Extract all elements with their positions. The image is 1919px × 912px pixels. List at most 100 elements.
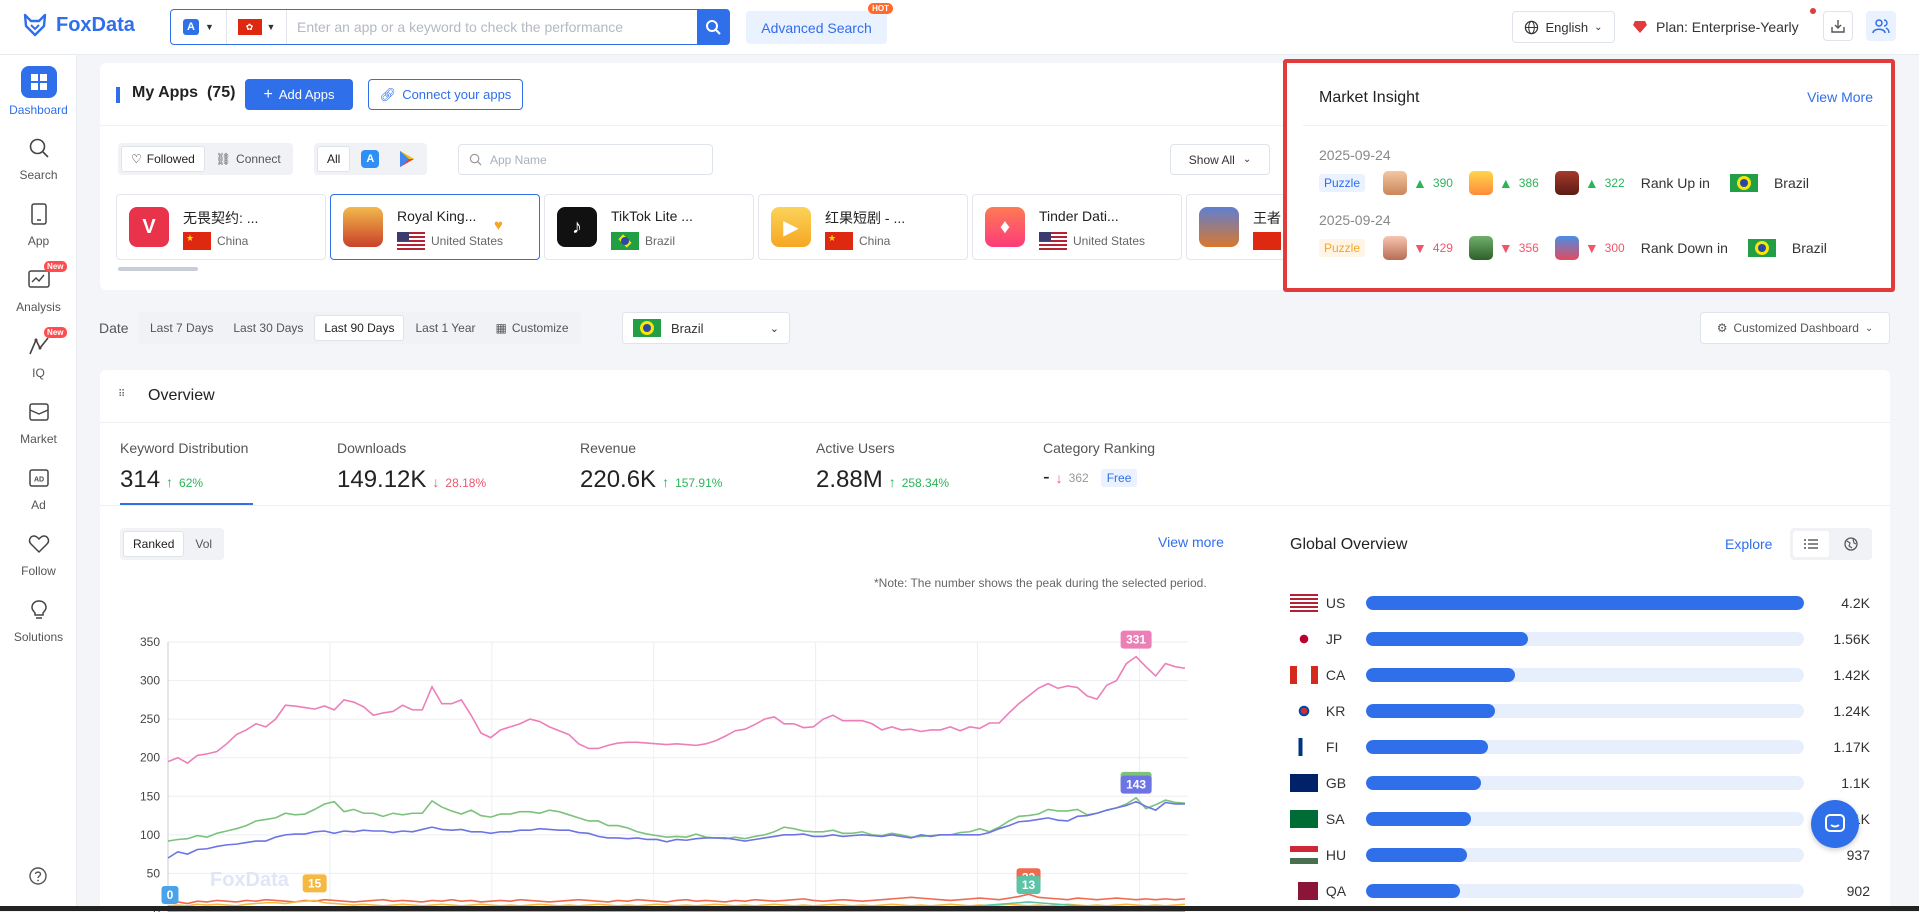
value-bar-fill xyxy=(1365,668,1515,682)
app-card[interactable]: ▶ 红果短剧 - ... ★ China xyxy=(758,194,968,260)
platform-google-play[interactable] xyxy=(390,146,424,172)
country-code: US xyxy=(1325,595,1346,611)
filter-followed[interactable]: ♡ Followed xyxy=(121,146,205,172)
search-input[interactable] xyxy=(287,10,697,44)
sidebar-item-ad[interactable]: AD Ad xyxy=(0,457,77,517)
app-icon: ▶ xyxy=(771,207,811,247)
country-value: 4.2K xyxy=(1841,595,1870,611)
value-bar-track xyxy=(1365,848,1805,862)
value-bar-fill xyxy=(1365,812,1471,826)
date-option-30-days[interactable]: Last 30 Days xyxy=(224,315,312,341)
app-card[interactable]: V 无畏契约: ... ★ China xyxy=(116,194,326,260)
app-icon xyxy=(21,199,57,229)
chart-tab-ranked[interactable]: Ranked xyxy=(123,531,185,557)
metric-downloads[interactable]: Downloads 149.12K ↓ 28.18% xyxy=(337,440,486,494)
date-option-7-days[interactable]: Last 7 Days xyxy=(141,315,222,341)
explore-link[interactable]: Explore xyxy=(1725,536,1772,552)
rank-change-value: 390 xyxy=(1432,176,1453,190)
advanced-search-button[interactable]: Advanced Search HOT xyxy=(746,3,893,44)
platform-app-store[interactable]: A xyxy=(352,146,388,172)
chat-support-button[interactable] xyxy=(1811,800,1859,848)
insight-date: 2025-09-24 xyxy=(1319,147,1391,163)
plan-indicator[interactable]: Plan: Enterprise-Yearly xyxy=(1632,11,1799,43)
view-more-link[interactable]: View more xyxy=(1158,534,1224,550)
sidebar-item-market[interactable]: Market xyxy=(0,391,77,451)
series-line xyxy=(167,800,1185,859)
value-bar-track xyxy=(1365,812,1805,826)
show-all-dropdown[interactable]: Show All ⌄ xyxy=(1170,144,1270,175)
heart-filled-icon[interactable]: ♥ xyxy=(494,217,503,234)
filter-connect[interactable]: ⛓ Connect xyxy=(207,146,290,172)
sidebar-item-iq[interactable]: New IQ xyxy=(0,325,77,385)
connect-apps-button[interactable]: 🔗︎ Connect your apps xyxy=(368,79,523,110)
brand-logo[interactable]: FoxData xyxy=(22,12,135,38)
sidebar-item-solutions[interactable]: Solutions xyxy=(0,589,77,649)
metric-keyword-distribution[interactable]: Keyword Distribution 314 ↑ 62% xyxy=(120,440,248,494)
chart-tab-vol[interactable]: Vol xyxy=(186,531,221,557)
app-name-search[interactable]: App Name xyxy=(458,144,713,175)
map-view-icon[interactable] xyxy=(1833,531,1869,557)
advanced-search-label: Advanced Search xyxy=(761,19,872,36)
y-tick-label: 300 xyxy=(140,674,160,688)
free-badge: Free xyxy=(1100,468,1138,487)
country-selector[interactable]: ✿ ▼ xyxy=(227,10,287,44)
country-row[interactable]: HU 937 xyxy=(1290,843,1870,867)
country-row[interactable]: CA 1.42K xyxy=(1290,663,1870,687)
country-row[interactable]: QA 902 xyxy=(1290,879,1870,903)
insight-row-rank-up[interactable]: Puzzle ▲ 390 ▲ 386 ▲ 322 Rank Up in Braz… xyxy=(1319,169,1809,197)
language-selector[interactable]: English ⌄ xyxy=(1512,11,1615,43)
sidebar-item-search[interactable]: Search xyxy=(0,127,77,187)
date-option-1-year[interactable]: Last 1 Year xyxy=(406,315,484,341)
store-selector[interactable]: A ▼ xyxy=(171,10,227,44)
date-option-90-days[interactable]: Last 90 Days xyxy=(314,315,405,341)
sidebar-item-dashboard[interactable]: Dashboard xyxy=(0,61,77,121)
app-card[interactable]: Royal King... United States ♥ xyxy=(330,194,540,260)
metric-revenue[interactable]: Revenue 220.6K ↑ 157.91% xyxy=(580,440,722,494)
horizontal-scrollbar[interactable] xyxy=(118,267,198,271)
account-button[interactable] xyxy=(1866,11,1896,41)
triangle-up-icon: ▲ xyxy=(1584,175,1599,191)
country-row[interactable]: SA 1K xyxy=(1290,807,1870,831)
add-apps-button[interactable]: + Add Apps xyxy=(245,79,353,110)
triangle-down-icon: ▼ xyxy=(1413,240,1427,256)
metric-active-users[interactable]: Active Users 2.88M ↑ 258.34% xyxy=(816,440,949,494)
fox-logo-icon xyxy=(23,13,47,37)
country-dropdown[interactable]: Brazil ⌄ xyxy=(622,312,790,344)
country-flag-icon xyxy=(1290,810,1318,828)
peak-label: 331 xyxy=(1126,633,1146,647)
country-row[interactable]: FI 1.17K xyxy=(1290,735,1870,759)
country-row[interactable]: US 4.2K xyxy=(1290,591,1870,615)
sidebar-item-analysis[interactable]: New Analysis xyxy=(0,259,77,319)
metric-value: 149.12K xyxy=(337,466,427,493)
metric-label: Revenue xyxy=(580,440,637,456)
view-more-link[interactable]: View More xyxy=(1807,89,1873,105)
app-card[interactable]: ♪ TikTok Lite ... Brazil xyxy=(544,194,754,260)
metric-category-ranking[interactable]: Category Ranking - ↓ 362 Free xyxy=(1043,440,1155,489)
arrow-up-icon: ↑ xyxy=(888,474,896,490)
sidebar-item-follow[interactable]: Follow xyxy=(0,523,77,583)
country-row[interactable]: KR 1.24K xyxy=(1290,699,1870,723)
customized-dashboard-button[interactable]: ⚙ Customized Dashboard ⌄ xyxy=(1700,312,1890,344)
country-row[interactable]: GB 1.1K xyxy=(1290,771,1870,795)
app-name: TikTok Lite ... xyxy=(611,208,693,224)
platform-all[interactable]: All xyxy=(317,146,351,172)
download-button[interactable] xyxy=(1823,11,1853,41)
country-row[interactable]: JP 1.56K xyxy=(1290,627,1870,651)
app-country-label: China xyxy=(859,234,891,248)
value-bar-fill xyxy=(1365,704,1496,718)
triangle-down-icon: ▼ xyxy=(1498,240,1513,256)
new-badge: New xyxy=(44,326,67,338)
search-button[interactable] xyxy=(697,10,729,44)
app-card[interactable]: ♦ Tinder Dati... United States xyxy=(972,194,1182,260)
country-value: 1.1K xyxy=(1841,775,1870,791)
app-name: 无畏契约: ... xyxy=(183,210,259,226)
insight-row-rank-down[interactable]: Puzzle ▼ 429 ▼ 356 ▼ 300 Rank Down in Br… xyxy=(1319,234,1827,262)
drag-handle-icon[interactable]: ⠿ xyxy=(118,389,126,400)
users-icon xyxy=(1872,19,1890,34)
app-card[interactable]: 王者 xyxy=(1186,194,1283,260)
sidebar-item-app[interactable]: App xyxy=(0,193,77,253)
date-option-customize[interactable]: ▦ Customize xyxy=(487,315,578,341)
list-view-icon[interactable] xyxy=(1793,531,1829,557)
help-icon[interactable] xyxy=(28,866,48,891)
app-name-placeholder: App Name xyxy=(490,152,547,167)
